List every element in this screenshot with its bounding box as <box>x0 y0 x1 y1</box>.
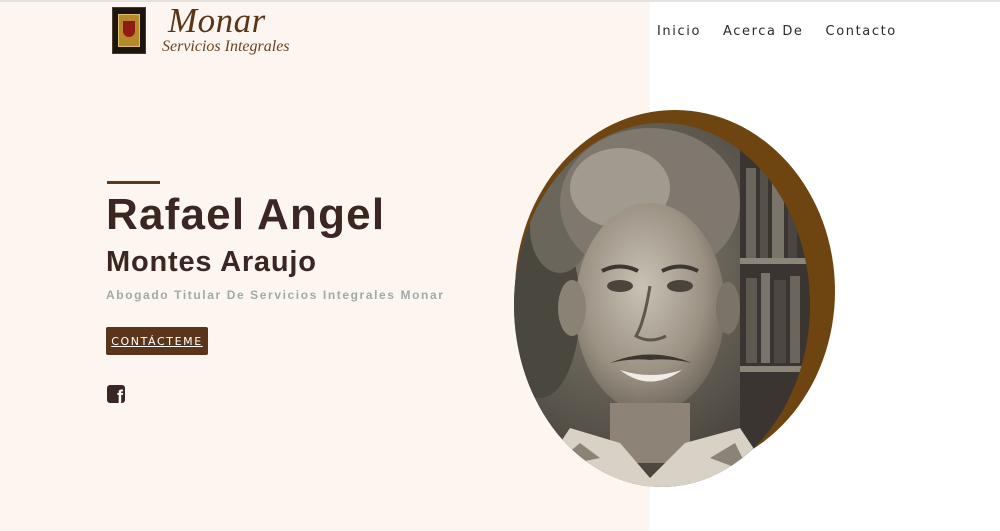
nav-item-inicio[interactable]: Inicio <box>657 24 701 39</box>
portrait-image <box>514 123 810 487</box>
crest-logo-icon <box>112 7 146 54</box>
brand-subtitle: Servicios Integrales <box>162 38 290 55</box>
hero-subtitle: Abogado Titular De Servicios Integrales … <box>106 288 445 302</box>
heading-accent-line <box>107 181 160 184</box>
brand-title: Monar <box>168 1 266 40</box>
hero-name-first: Rafael Angel <box>106 190 386 239</box>
hero-name-last: Montes Araujo <box>106 246 317 278</box>
contact-me-button[interactable]: CONTÁCTEME <box>106 327 208 355</box>
brand-logo[interactable]: Monar Servicios Integrales <box>112 1 292 61</box>
facebook-icon[interactable]: f <box>107 385 125 403</box>
nav-item-contacto[interactable]: Contacto <box>826 24 897 39</box>
portrait-photo <box>514 110 835 487</box>
top-border <box>0 0 1000 2</box>
nav-item-acerca-de[interactable]: Acerca De <box>723 24 804 39</box>
main-nav: Inicio Acerca De Contacto <box>657 24 919 39</box>
